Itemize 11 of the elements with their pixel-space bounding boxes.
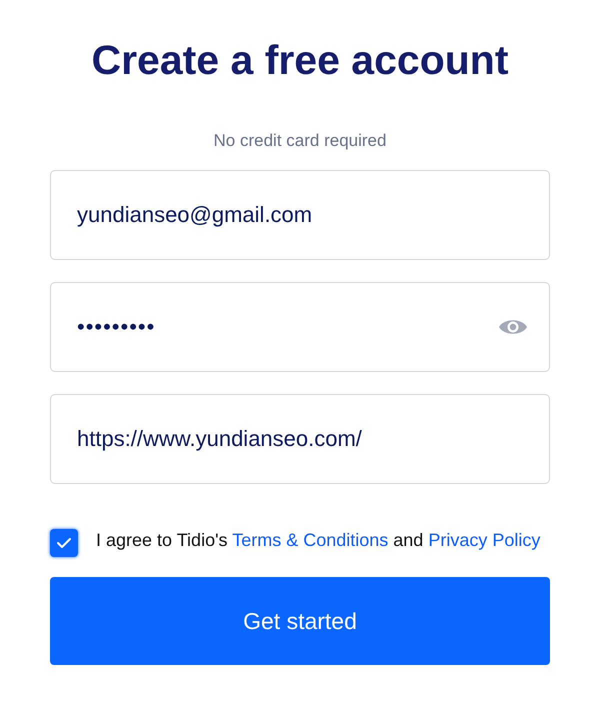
page-title: Create a free account <box>91 36 508 85</box>
consent-text: I agree to Tidio's Terms & Conditions and Privacy Policy <box>96 529 540 552</box>
terms-link[interactable]: Terms & Conditions <box>232 530 388 550</box>
privacy-link[interactable]: Privacy Policy <box>428 530 540 550</box>
agree-checkbox[interactable] <box>50 529 78 557</box>
text-field[interactable]: yundianseo@gmail.com <box>50 170 550 260</box>
get-started-button[interactable]: Get started <box>50 577 550 665</box>
password-field[interactable]: ••••••••• <box>50 282 550 372</box>
check-icon <box>56 537 72 549</box>
subtitle: No credit card required <box>214 130 386 152</box>
text-field[interactable]: https://www.yundianseo.com/ <box>50 394 550 484</box>
